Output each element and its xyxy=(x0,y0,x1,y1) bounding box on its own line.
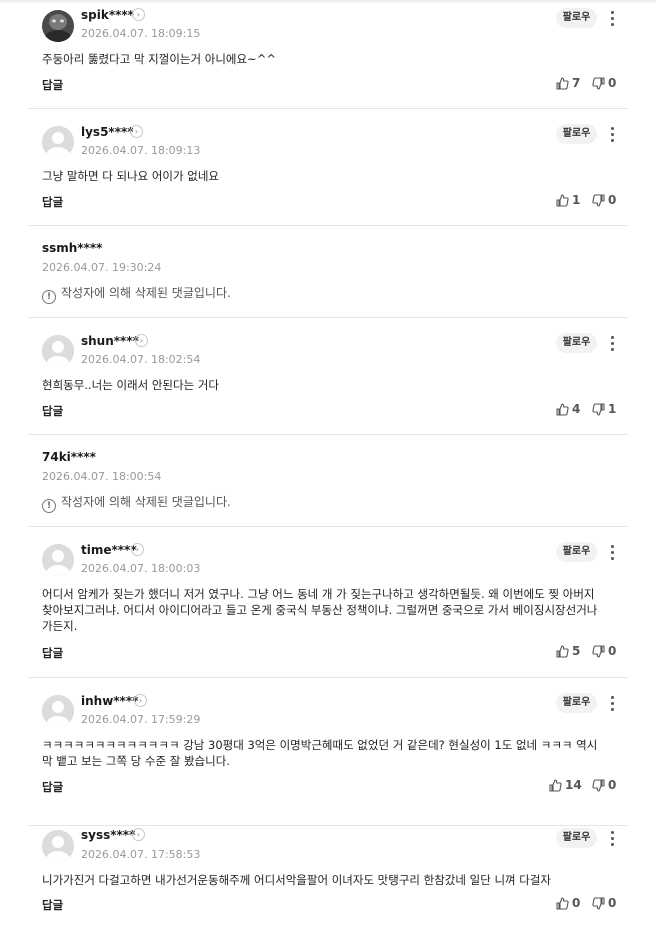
comment-item: shun**** › 2026.04.07. 18:02:54 팔로우 현희동무… xyxy=(28,317,628,435)
more-options-icon[interactable] xyxy=(606,335,618,353)
comment-text: 현희동무..너는 이래서 안된다는 거다 xyxy=(42,378,219,392)
avatar[interactable] xyxy=(42,126,74,158)
comment-text: 그냥 말하면 다 되나요 어이가 없네요 xyxy=(42,169,219,183)
info-icon: ! xyxy=(42,499,56,513)
comment-text: 주둥아리 뚫렸다고 막 지껄이는거 아니에요~^^ xyxy=(42,52,276,66)
user-nickname[interactable]: time**** xyxy=(81,543,137,557)
chevron-right-icon[interactable]: › xyxy=(131,543,144,556)
like-count: 4 xyxy=(572,402,581,416)
chevron-right-icon[interactable]: › xyxy=(132,828,145,841)
thumbs-down-icon xyxy=(592,779,605,792)
reply-button[interactable]: 답글 xyxy=(42,645,63,661)
dislike-count: 0 xyxy=(608,778,617,792)
user-nickname[interactable]: inhw**** xyxy=(81,694,138,708)
user-nickname[interactable]: spik**** xyxy=(81,8,134,22)
avatar[interactable] xyxy=(42,695,74,727)
follow-button[interactable]: 팔로우 xyxy=(556,828,597,848)
comment-item-deleted: ssmh**** 2026.04.07. 19:30:24 ! 작성자에 의해 삭… xyxy=(28,225,628,318)
comment-date: 2026.04.07. 17:58:53 xyxy=(81,848,201,861)
like-count: 1 xyxy=(572,193,581,207)
avatar[interactable] xyxy=(42,544,74,576)
comment-item: syss**** › 2026.04.07. 17:58:53 팔로우 니가가진… xyxy=(28,825,628,925)
comment-item: lys5**** › 2026.04.07. 18:09:13 팔로우 그냥 말… xyxy=(28,108,628,226)
more-options-icon[interactable] xyxy=(606,695,618,713)
chevron-right-icon[interactable]: › xyxy=(134,694,147,707)
comment-date: 2026.04.07. 17:59:29 xyxy=(81,713,201,726)
follow-button[interactable]: 팔로우 xyxy=(556,124,597,144)
dislike-count: 1 xyxy=(608,402,617,416)
reply-button[interactable]: 답글 xyxy=(42,403,63,419)
thumbs-down-icon xyxy=(592,194,605,207)
comment-item: time**** › 2026.04.07. 18:00:03 팔로우 어디서 … xyxy=(28,526,628,678)
comment-date: 2026.04.07. 18:09:13 xyxy=(81,144,201,157)
follow-button[interactable]: 팔로우 xyxy=(556,8,597,28)
comment-text: ㅋㅋㅋㅋㅋㅋㅋㅋㅋㅋㅋㅋㅋ 강남 30평대 3억은 이명박근혜때도 없었던 거 … xyxy=(42,738,598,768)
reply-button[interactable]: 답글 xyxy=(42,779,63,795)
thumbs-down-icon xyxy=(592,403,605,416)
thumbs-up-icon xyxy=(549,779,562,792)
comment-item: inhw**** › 2026.04.07. 17:59:29 팔로우 ㅋㅋㅋㅋ… xyxy=(28,677,628,826)
user-nickname[interactable]: lys5**** xyxy=(81,125,134,139)
thumbs-up-icon xyxy=(556,77,569,90)
chevron-right-icon[interactable]: › xyxy=(135,334,148,347)
like-count: 5 xyxy=(572,644,581,658)
more-options-icon[interactable] xyxy=(606,126,618,144)
reply-button[interactable]: 답글 xyxy=(42,194,63,210)
reply-button[interactable]: 답글 xyxy=(42,897,63,913)
reply-button[interactable]: 답글 xyxy=(42,77,63,93)
thumbs-up-icon xyxy=(556,645,569,658)
more-options-icon[interactable] xyxy=(606,544,618,562)
comment-text: 어디서 암케가 짖는가 했더니 저거 였구나. 그냥 어느 동네 개 가 짖는구… xyxy=(42,587,598,633)
user-nickname[interactable]: 74ki**** xyxy=(42,450,96,464)
dislike-count: 0 xyxy=(608,193,617,207)
like-count: 14 xyxy=(565,778,582,792)
comment-date: 2026.04.07. 18:09:15 xyxy=(81,27,201,40)
comment-item: spik**** › 2026.04.07. 18:09:15 팔로우 주둥아리… xyxy=(28,0,628,109)
dislike-count: 0 xyxy=(608,896,617,910)
deleted-text: 작성자에 의해 삭제된 댓글입니다. xyxy=(61,286,231,300)
like-count: 0 xyxy=(572,896,581,910)
thumbs-up-icon xyxy=(556,194,569,207)
thumbs-down-icon xyxy=(592,77,605,90)
thumbs-down-icon xyxy=(592,897,605,910)
deleted-text: 작성자에 의해 삭제된 댓글입니다. xyxy=(61,495,231,509)
chevron-right-icon[interactable]: › xyxy=(130,125,143,138)
thumbs-down-icon xyxy=(592,645,605,658)
avatar[interactable] xyxy=(42,830,74,862)
comment-date: 2026.04.07. 18:00:03 xyxy=(81,562,201,575)
comment-text: 니가가진거 다걸고하면 내가선거운동해주께 어디서악을팔어 이녀자도 맛탱구리 … xyxy=(42,873,551,887)
comment-date: 2026.04.07. 19:30:24 xyxy=(42,261,162,274)
follow-button[interactable]: 팔로우 xyxy=(556,333,597,353)
deleted-notice: ! 작성자에 의해 삭제된 댓글입니다. xyxy=(42,493,231,513)
thumbs-up-icon xyxy=(556,897,569,910)
comment-date: 2026.04.07. 18:00:54 xyxy=(42,470,162,483)
comment-date: 2026.04.07. 18:02:54 xyxy=(81,353,201,366)
avatar[interactable] xyxy=(42,10,74,42)
comment-item-deleted: 74ki**** 2026.04.07. 18:00:54 ! 작성자에 의해 삭… xyxy=(28,434,628,527)
more-options-icon[interactable] xyxy=(606,830,618,848)
deleted-notice: ! 작성자에 의해 삭제된 댓글입니다. xyxy=(42,284,231,304)
more-options-icon[interactable] xyxy=(606,10,618,28)
user-nickname[interactable]: ssmh**** xyxy=(42,241,102,255)
like-count: 7 xyxy=(572,76,581,90)
dislike-count: 0 xyxy=(608,644,617,658)
info-icon: ! xyxy=(42,290,56,304)
follow-button[interactable]: 팔로우 xyxy=(556,542,597,562)
dislike-count: 0 xyxy=(608,76,617,90)
thumbs-up-icon xyxy=(556,403,569,416)
user-nickname[interactable]: shun**** xyxy=(81,334,139,348)
user-nickname[interactable]: syss**** xyxy=(81,828,135,842)
follow-button[interactable]: 팔로우 xyxy=(556,693,597,713)
avatar[interactable] xyxy=(42,335,74,367)
chevron-right-icon[interactable]: › xyxy=(132,8,145,21)
